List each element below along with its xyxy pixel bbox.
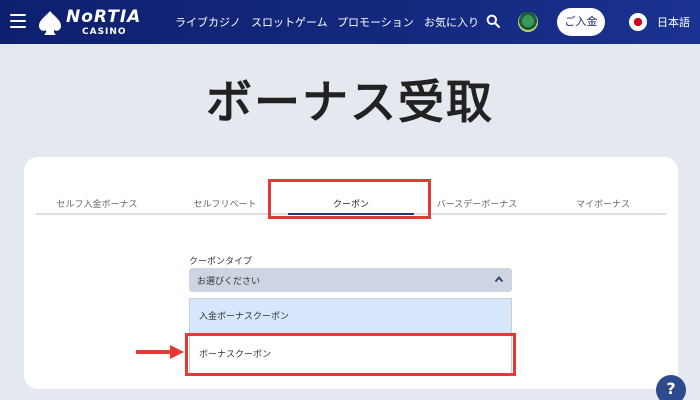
chevron-up-icon xyxy=(495,276,503,282)
logo-subtitle: CASINO xyxy=(82,27,127,37)
coupon-type-select[interactable]: お選びください xyxy=(189,268,512,292)
japan-flag-icon[interactable] xyxy=(629,13,647,31)
tab-coupon[interactable]: クーポン xyxy=(288,197,414,210)
bonus-card: セルフ入金ボーナス セルフリベート クーポン バースデーボーナス マイボーナス … xyxy=(24,157,678,389)
option-deposit-bonus-coupon[interactable]: 入金ボーナスクーポン xyxy=(190,299,511,335)
logo-wordmark: NoRTIA xyxy=(66,7,142,27)
active-tab-indicator xyxy=(288,213,414,215)
tab-self-deposit-bonus[interactable]: セルフ入金ボーナス xyxy=(34,197,160,210)
language-selector[interactable]: 日本語 xyxy=(657,14,690,30)
arrow-right-icon xyxy=(136,345,184,359)
select-value: お選びください xyxy=(197,277,261,287)
deposit-button[interactable]: ご入金 xyxy=(557,8,605,36)
option-bonus-coupon[interactable]: ボーナスクーポン xyxy=(190,336,511,374)
tab-birthday-bonus[interactable]: バースデーボーナス xyxy=(414,197,540,210)
page-title: ボーナス受取 xyxy=(206,75,494,129)
nav-favorites[interactable]: お気に入り xyxy=(424,14,479,30)
avatar[interactable] xyxy=(518,12,538,32)
menu-icon[interactable] xyxy=(10,14,26,28)
nav-live-casino[interactable]: ライブカジノ xyxy=(175,14,241,30)
nav-promotions[interactable]: プロモーション xyxy=(337,14,414,30)
tab-self-rebate[interactable]: セルフリベート xyxy=(162,197,288,210)
coupon-type-label: クーポンタイプ xyxy=(189,257,253,267)
top-navigation-bar: NoRTIA CASINO ライブカジノ スロットゲーム プロモーション お気に… xyxy=(0,0,700,44)
casino-logo[interactable]: NoRTIA CASINO xyxy=(36,6,156,40)
search-icon[interactable] xyxy=(486,14,500,28)
nav-slot-games[interactable]: スロットゲーム xyxy=(251,14,328,30)
spade-logo-icon xyxy=(39,11,61,35)
tab-my-bonus[interactable]: マイボーナス xyxy=(540,197,666,210)
help-icon[interactable]: ? xyxy=(656,375,686,400)
coupon-type-dropdown: 入金ボーナスクーポン ボーナスクーポン xyxy=(189,298,512,374)
